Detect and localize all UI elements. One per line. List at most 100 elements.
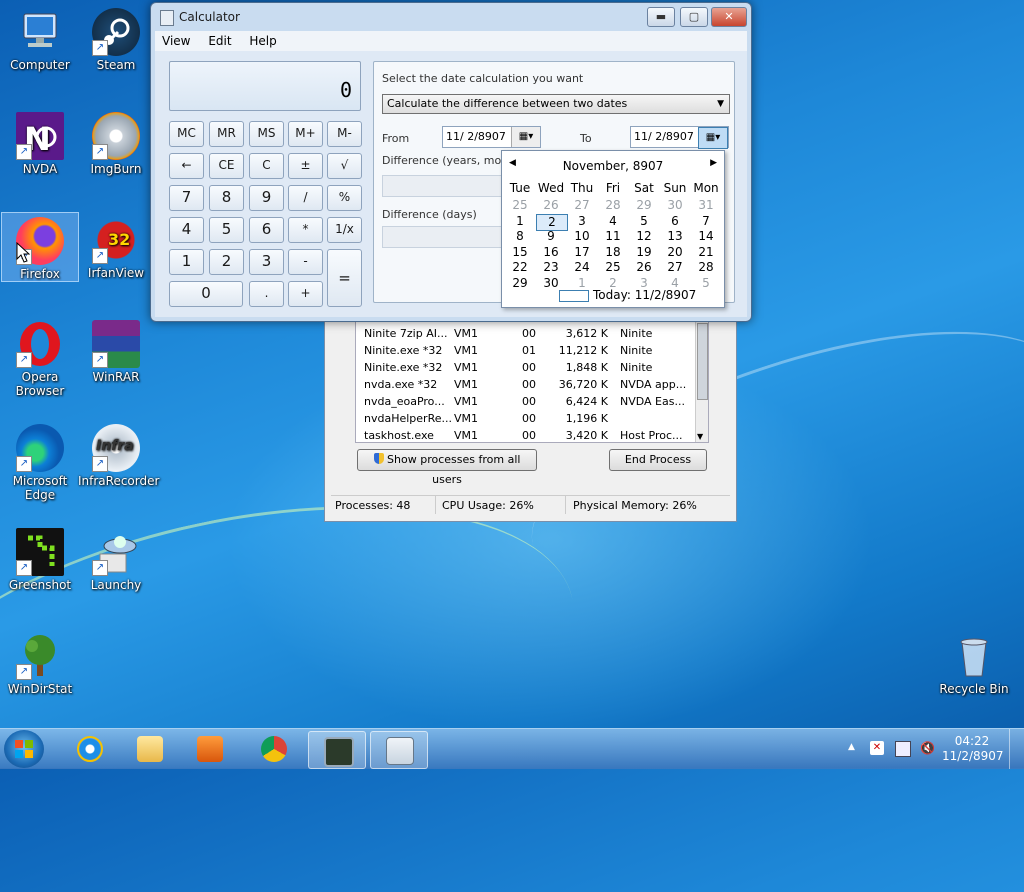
calendar-day[interactable]: 22 [505, 260, 535, 275]
menu-edit[interactable]: Edit [201, 31, 238, 51]
process-row[interactable]: nvda_eoaPro... VM1 00 6,424 K NVDA Eas... [356, 393, 696, 410]
process-list[interactable]: ▼ Ninite 7zip AI... VM1 00 3,612 K Ninite Nin… [355, 316, 709, 443]
volume-muted-icon[interactable]: 🔇 [920, 741, 935, 755]
key-divide-button[interactable]: / [288, 185, 323, 211]
desktop-icon-edge[interactable]: ↗ Microsoft Edge [2, 420, 78, 502]
process-row[interactable]: taskhost.exe VM1 00 3,420 K Host Proc... [356, 427, 696, 444]
calendar-day[interactable]: 29 [629, 198, 659, 213]
calendar-day[interactable]: 16 [536, 245, 566, 260]
process-list-scrollbar[interactable]: ▼ [695, 317, 708, 442]
key-minus-button[interactable]: - [288, 249, 323, 275]
key-1-button[interactable]: 1 [169, 249, 204, 275]
key-m-plus-button[interactable]: M+ [288, 121, 323, 147]
menu-view[interactable]: View [155, 31, 197, 51]
calendar-day[interactable]: 13 [660, 229, 690, 244]
key-6-button[interactable]: 6 [249, 217, 284, 243]
from-date-picker[interactable]: 11/ 2/8907 ▦▾ [442, 126, 541, 148]
desktop-icon-opera[interactable]: ↗ Opera Browser [2, 316, 78, 398]
end-process-button[interactable]: End Process [609, 449, 707, 471]
desktop-icon-launchy[interactable]: ↗ Launchy [78, 524, 154, 592]
calendar-day[interactable]: 25 [505, 198, 535, 213]
key-9-button[interactable]: 9 [249, 185, 284, 211]
calendar-day[interactable]: 7 [691, 214, 721, 229]
calendar-day[interactable]: 20 [660, 245, 690, 260]
desktop-icon-winrar[interactable]: ↗ WinRAR [78, 316, 154, 384]
key-multiply-button[interactable]: * [288, 217, 323, 243]
desktop-icon-recycle-bin[interactable]: Recycle Bin [936, 628, 1012, 696]
calendar-day[interactable]: 2 [536, 213, 568, 231]
calendar-day[interactable]: 3 [629, 276, 659, 291]
key-decimal-button[interactable]: . [249, 281, 284, 307]
calendar-day[interactable]: 6 [660, 214, 690, 229]
key-3-button[interactable]: 3 [249, 249, 284, 275]
taskbar-internet-explorer[interactable] [62, 731, 118, 767]
network-icon[interactable] [895, 741, 911, 757]
calendar-day[interactable]: 12 [629, 229, 659, 244]
key-m-minus-button[interactable]: M- [327, 121, 362, 147]
calculator-titlebar[interactable]: Calculator ▬ ▢ ✕ [151, 3, 751, 31]
calendar-day[interactable]: 31 [691, 198, 721, 213]
clock[interactable]: 04:22 11/2/8907 [942, 734, 1004, 764]
start-button[interactable] [4, 730, 44, 768]
calendar-day[interactable]: 9 [536, 229, 566, 244]
scroll-down-arrow-icon[interactable]: ▼ [697, 432, 703, 441]
key-ms-button[interactable]: MS [249, 121, 284, 147]
taskbar-media-player[interactable] [182, 731, 238, 767]
calendar-dropdown-icon[interactable]: ▦▾ [511, 127, 540, 147]
desktop-icon-greenshot[interactable]: ↗ Greenshot [2, 524, 78, 592]
calendar-day[interactable]: 26 [536, 198, 566, 213]
key-0-button[interactable]: 0 [169, 281, 243, 307]
key-5-button[interactable]: 5 [209, 217, 244, 243]
close-button[interactable]: ✕ [711, 7, 747, 27]
date-calc-mode-select[interactable]: Calculate the difference between two dat… [382, 94, 730, 114]
calendar-dropdown-icon[interactable]: ▦▾ [698, 127, 728, 149]
desktop-icon-computer[interactable]: Computer [2, 4, 78, 72]
calendar-day[interactable]: 2 [598, 276, 628, 291]
desktop-icon-nvda[interactable]: N ↗ NVDA [2, 108, 78, 176]
calendar-day[interactable]: 29 [505, 276, 535, 291]
key-mr-button[interactable]: MR [209, 121, 244, 147]
key-percent-button[interactable]: % [327, 185, 362, 211]
show-desktop-button[interactable] [1009, 729, 1024, 769]
calendar-day[interactable]: 18 [598, 245, 628, 260]
calendar-day[interactable]: 1 [567, 276, 597, 291]
key-7-button[interactable]: 7 [169, 185, 204, 211]
key-ce-button[interactable]: CE [209, 153, 244, 179]
calendar-day[interactable]: 28 [598, 198, 628, 213]
desktop-icon-windirstat[interactable]: ↗ WinDirStat [2, 628, 78, 696]
desktop-icon-steam[interactable]: ↗ Steam [78, 4, 154, 72]
scrollbar-thumb[interactable] [697, 323, 708, 400]
key-backspace-button[interactable]: ← [169, 153, 204, 179]
key-reciprocal-button[interactable]: 1/x [327, 217, 362, 243]
calendar-day[interactable]: 19 [629, 245, 659, 260]
calendar-day[interactable]: 28 [691, 260, 721, 275]
key-equals-button[interactable]: = [327, 249, 362, 307]
process-row[interactable]: Ninite.exe *32 VM1 01 11,212 K Ninite [356, 342, 696, 359]
process-row[interactable]: nvdaHelperRe... VM1 00 1,196 K [356, 410, 696, 427]
calendar-day[interactable]: 4 [660, 276, 690, 291]
minimize-button[interactable]: ▬ [647, 7, 675, 27]
calendar-day[interactable]: 5 [629, 214, 659, 229]
taskbar-file-explorer[interactable] [122, 731, 178, 767]
calendar-day[interactable]: 1 [505, 214, 535, 229]
calendar-day[interactable]: 30 [660, 198, 690, 213]
calendar-day[interactable]: 24 [567, 260, 597, 275]
calendar-day[interactable]: 14 [691, 229, 721, 244]
calendar-day[interactable]: 10 [567, 229, 597, 244]
calendar-day[interactable]: 27 [567, 198, 597, 213]
process-row[interactable]: nvda.exe *32 VM1 00 36,720 K NVDA app... [356, 376, 696, 393]
calendar-day[interactable]: 30 [536, 276, 566, 291]
process-row[interactable]: Ninite.exe *32 VM1 00 1,848 K Ninite [356, 359, 696, 376]
calendar-day[interactable]: 5 [691, 276, 721, 291]
key-8-button[interactable]: 8 [209, 185, 244, 211]
next-month-icon[interactable]: ▶ [710, 158, 717, 168]
desktop-icon-infrarecorder[interactable]: Infra ↗ InfraRecorder [78, 420, 159, 488]
menu-help[interactable]: Help [242, 31, 283, 51]
show-hidden-icons-icon[interactable]: ▲ [848, 742, 855, 752]
taskbar-task-manager[interactable] [308, 731, 366, 769]
key-c-button[interactable]: C [249, 153, 284, 179]
desktop-icon-irfanview[interactable]: 32 ↗ IrfanView [78, 212, 154, 280]
maximize-button[interactable]: ▢ [680, 7, 708, 27]
calendar-day[interactable]: 17 [567, 245, 597, 260]
calendar-day[interactable]: 27 [660, 260, 690, 275]
